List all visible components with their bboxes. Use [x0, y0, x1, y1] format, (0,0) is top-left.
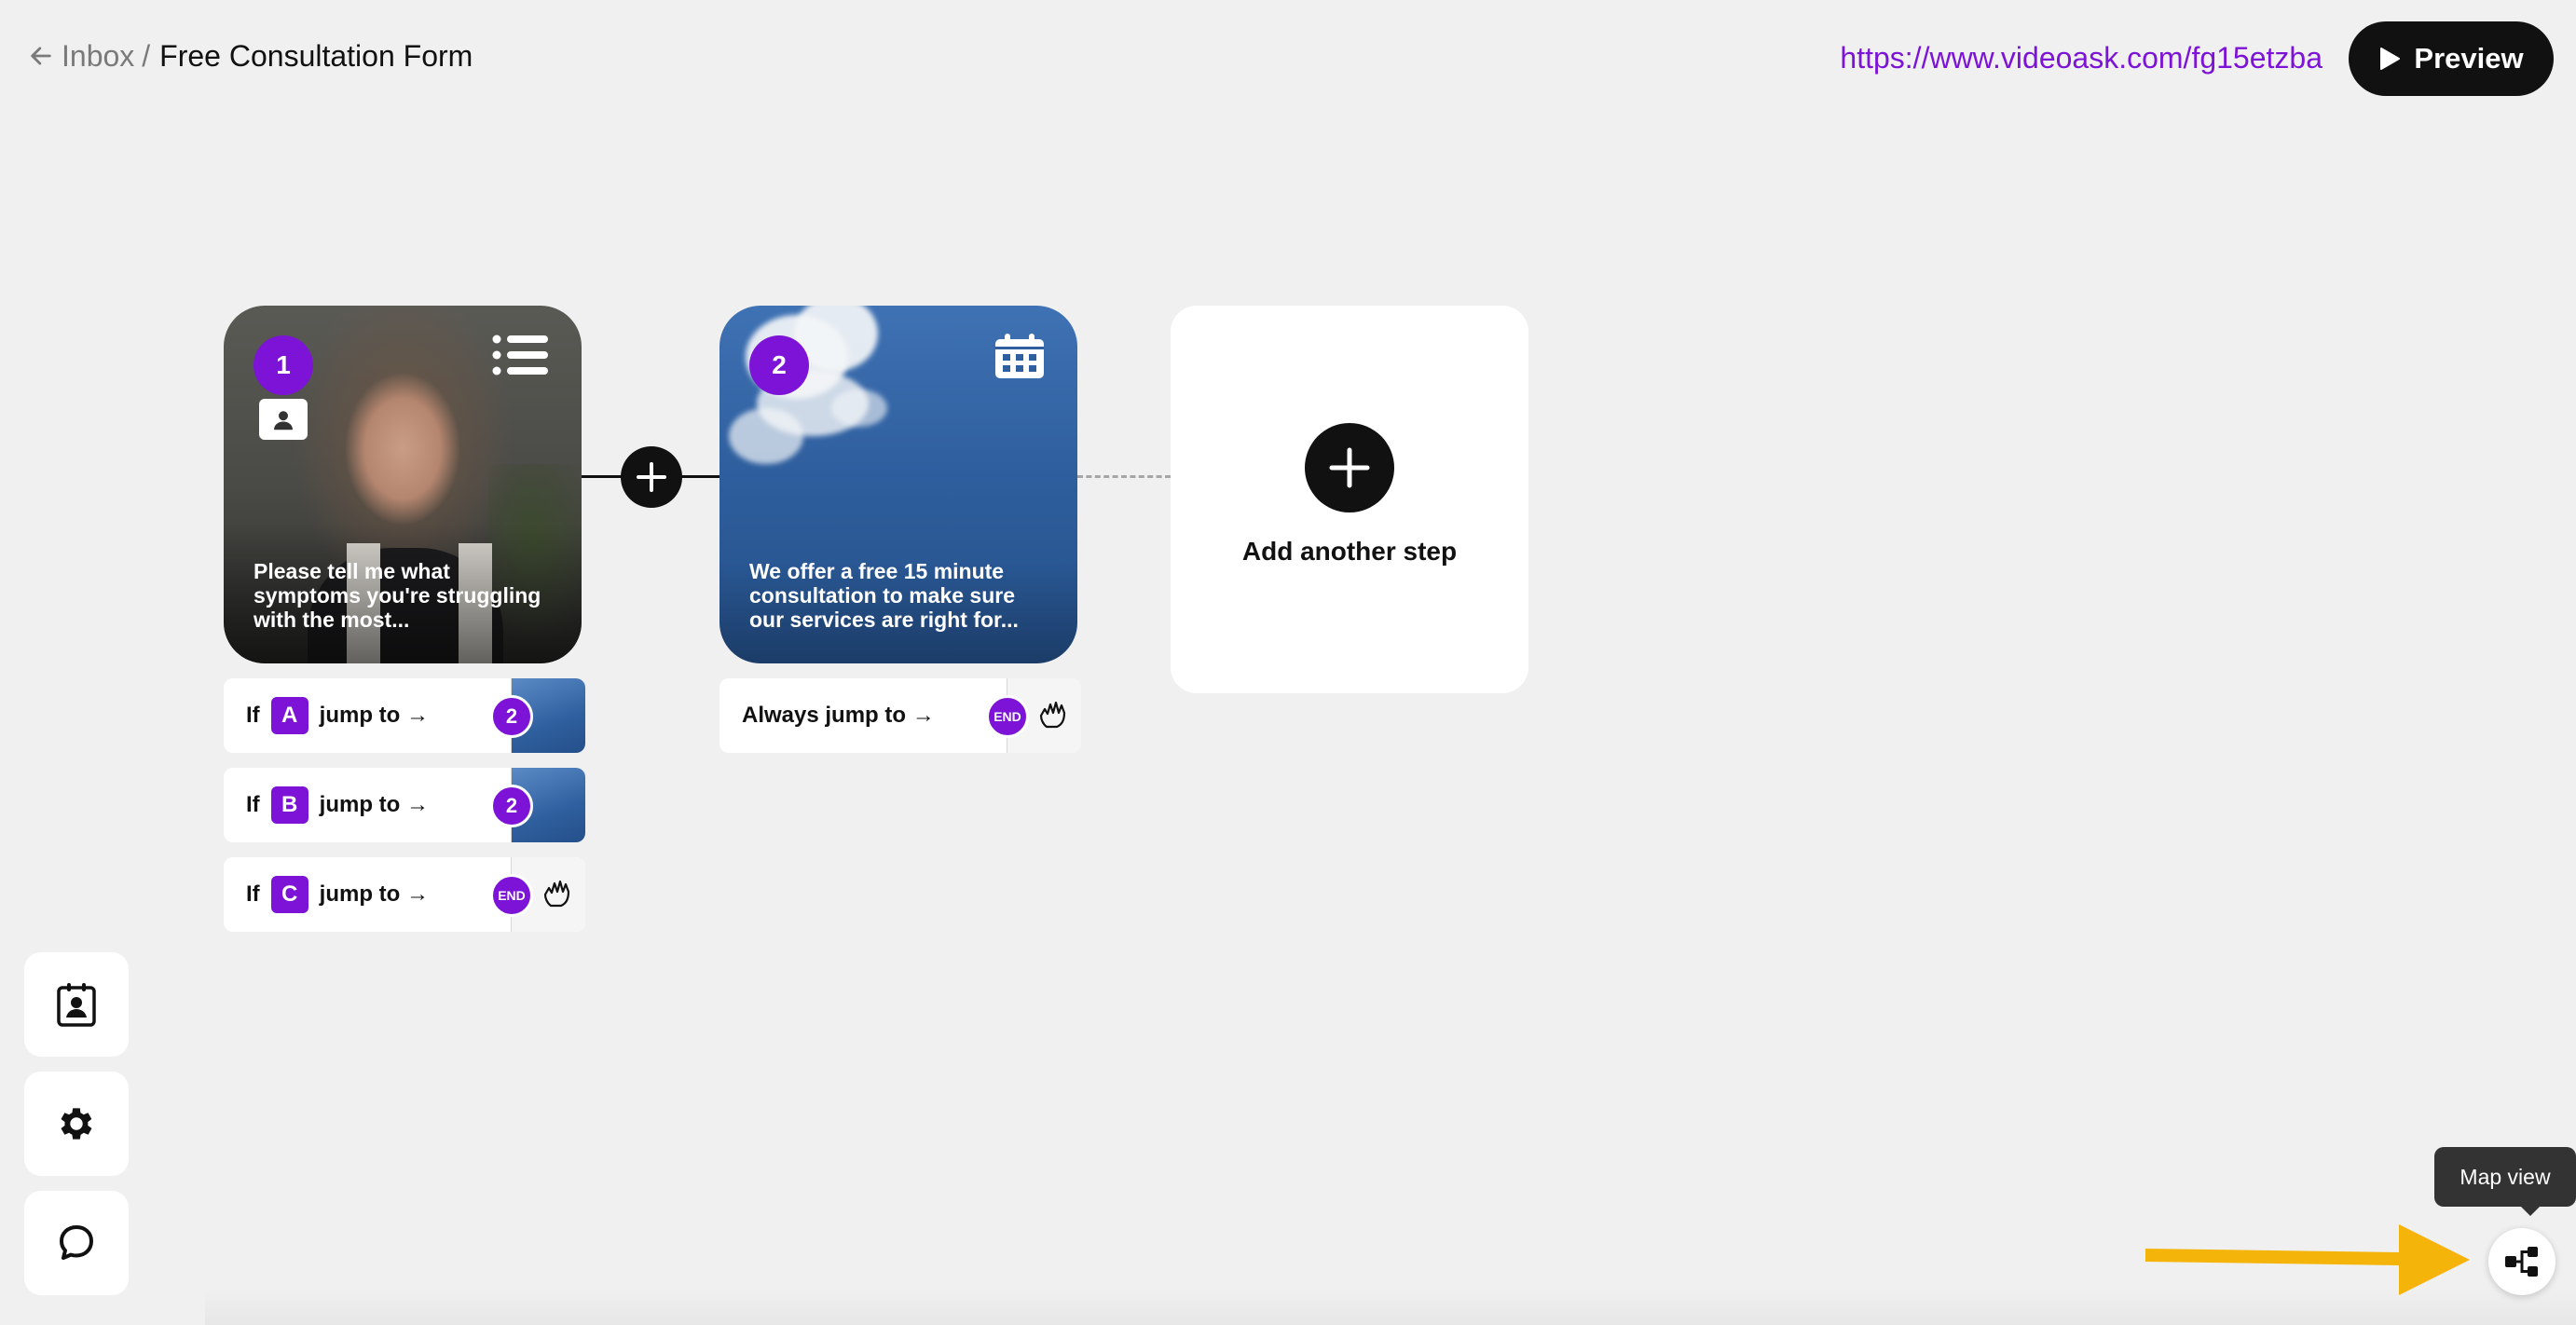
rule-action: Always jump to → [742, 703, 935, 728]
settings-button[interactable] [24, 1072, 129, 1176]
add-another-step-label: Add another step [1241, 537, 1458, 566]
list-icon [492, 334, 550, 381]
contact-card-icon [259, 399, 308, 440]
back-to-inbox-link[interactable]: Inbox [28, 39, 134, 74]
annotation-arrow [2145, 1224, 2470, 1295]
rule-action: jump to → [319, 792, 429, 817]
rule-action: jump to → [319, 881, 429, 907]
choice-letter-badge: A [270, 697, 308, 734]
waving-hand-icon [543, 880, 570, 908]
destination-badge: 2 [490, 695, 533, 738]
play-icon [2380, 48, 2401, 70]
waving-hand-icon [1039, 701, 1066, 729]
contact-book-icon [57, 983, 96, 1027]
canvas-bottom-shadow [205, 1288, 2576, 1325]
rule-prefix: If [246, 881, 260, 907]
breadcrumb: Inbox / Free Consultation Form [28, 35, 473, 76]
contacts-button[interactable] [24, 952, 129, 1057]
step-caption: We offer a free 15 minute consultation t… [749, 559, 1019, 632]
destination-end-badge: END [490, 874, 533, 917]
rule-action: jump to → [319, 703, 429, 728]
chat-button[interactable] [24, 1191, 129, 1295]
share-url-link[interactable]: https://www.videoask.com/fg15etzba [1840, 37, 2323, 78]
page-title: Free Consultation Form [159, 38, 473, 73]
back-label: Inbox [62, 38, 135, 73]
plus-icon [637, 462, 666, 492]
step-caption: Please tell me what symptoms you're stru… [253, 559, 541, 632]
rule-prefix: If [246, 792, 260, 817]
step-number-badge: 2 [749, 335, 809, 395]
rule-prefix: If [246, 703, 260, 728]
arrow-left-icon [31, 47, 51, 65]
preview-button[interactable]: Preview [2349, 21, 2554, 96]
step-number-badge: 1 [253, 335, 313, 395]
add-another-step-card[interactable]: Add another step [1171, 306, 1528, 693]
step-card-1[interactable]: 1 Please tell me what symptoms you're st… [224, 306, 582, 663]
gear-icon [61, 1108, 92, 1140]
plus-icon [1305, 423, 1394, 512]
logic-rule-b[interactable]: If B jump to → 2 [224, 768, 585, 842]
preview-label: Preview [2414, 42, 2524, 75]
breadcrumb-separator: / [142, 38, 151, 73]
chat-bubble-icon [60, 1225, 93, 1260]
calendar-icon [993, 334, 1046, 385]
dashed-connector [1077, 475, 1171, 478]
logic-rule-always[interactable]: Always jump to → END [719, 678, 1081, 753]
map-view-button[interactable] [2488, 1228, 2555, 1295]
choice-letter-badge: B [270, 786, 308, 824]
step-card-2[interactable]: 2 We offer a free 15 minute consultation… [719, 306, 1077, 663]
insert-step-button[interactable] [621, 446, 682, 508]
logic-rule-c[interactable]: If C jump to → END [224, 857, 585, 932]
choice-letter-badge: C [270, 876, 308, 913]
logic-rule-a[interactable]: If A jump to → 2 [224, 678, 585, 753]
map-view-icon [2505, 1247, 2538, 1277]
map-view-tooltip: Map view [2434, 1147, 2576, 1216]
destination-end-badge: END [986, 695, 1029, 738]
destination-badge: 2 [490, 785, 533, 827]
